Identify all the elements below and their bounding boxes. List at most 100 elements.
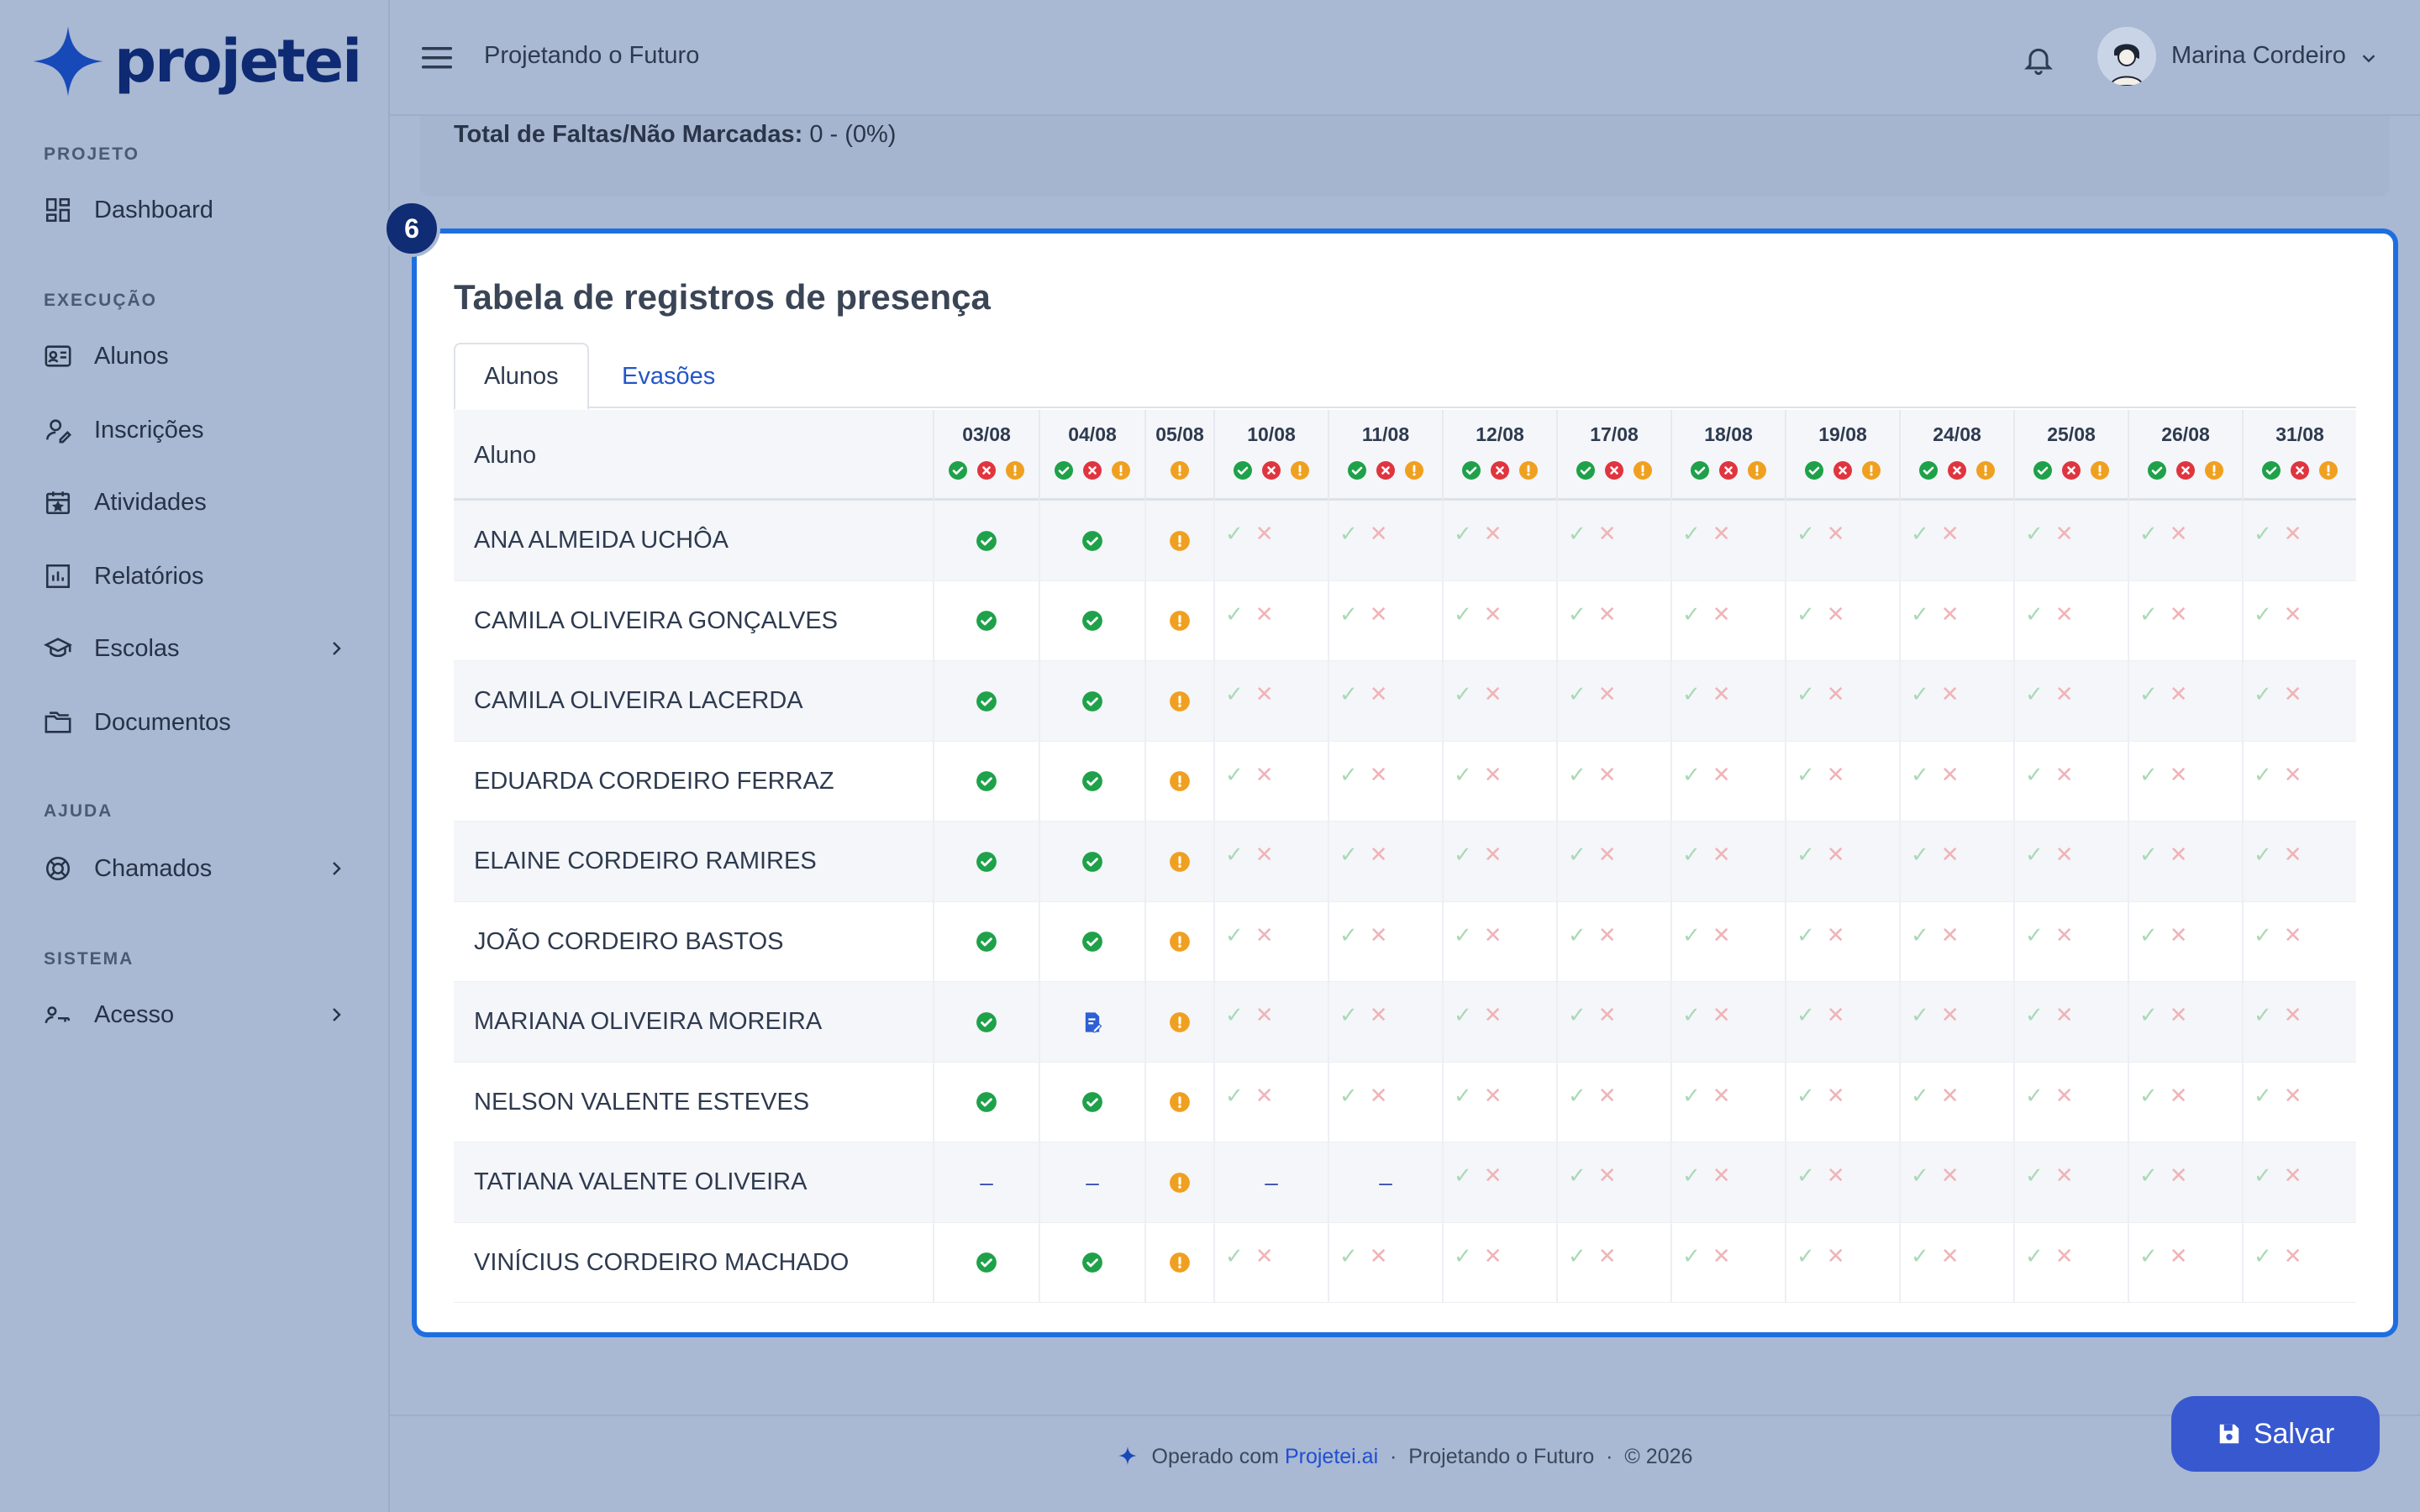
mark-absent-button[interactable]: ✕ bbox=[1484, 843, 1502, 865]
attendance-cell[interactable]: ✓ ✕ bbox=[2242, 1062, 2356, 1142]
mark-absent-button[interactable]: ✕ bbox=[2055, 1004, 2074, 1026]
alert-circle-icon[interactable] bbox=[1169, 530, 1191, 552]
mark-absent-button[interactable]: ✕ bbox=[1255, 924, 1274, 946]
attendance-cell[interactable]: ✓ ✕ bbox=[1213, 822, 1328, 901]
mark-present-button[interactable]: ✓ bbox=[1797, 603, 1815, 625]
attendance-cell[interactable]: ✓ ✕ bbox=[2242, 1142, 2356, 1222]
alert-circle-icon[interactable] bbox=[1169, 1091, 1191, 1113]
attendance-cell[interactable]: ✓ ✕ bbox=[1556, 1142, 1670, 1222]
bell-icon[interactable] bbox=[2022, 42, 2055, 77]
mark-present-button[interactable]: ✓ bbox=[2025, 764, 2044, 785]
mark-absent-button[interactable]: ✕ bbox=[1598, 843, 1617, 865]
mark-absent-button[interactable]: ✕ bbox=[1370, 764, 1388, 785]
attendance-cell[interactable]: ✓ ✕ bbox=[1213, 580, 1328, 661]
mark-absent-button[interactable]: ✕ bbox=[2055, 683, 2074, 705]
mark-absent-button[interactable]: ✕ bbox=[2055, 1164, 2074, 1186]
mark-absent-button[interactable]: ✕ bbox=[1712, 843, 1731, 865]
attendance-cell[interactable]: ✓ ✕ bbox=[1328, 580, 1442, 661]
mark-present-button[interactable]: ✓ bbox=[1568, 1084, 1586, 1106]
attendance-cell[interactable]: ✓ ✕ bbox=[1899, 580, 2013, 661]
mark-present-button[interactable]: ✓ bbox=[1911, 683, 1929, 705]
attendance-cell[interactable]: ✓ ✕ bbox=[1556, 1062, 1670, 1142]
mark-absent-button[interactable]: ✕ bbox=[2170, 924, 2188, 946]
mark-present-button[interactable]: ✓ bbox=[2139, 522, 2158, 544]
attendance-cell[interactable]: ✓ ✕ bbox=[2013, 982, 2128, 1062]
mark-present-button[interactable]: ✓ bbox=[1911, 1084, 1929, 1106]
attendance-cell[interactable]: ✓ ✕ bbox=[2013, 901, 2128, 982]
mark-present-button[interactable]: ✓ bbox=[1911, 1004, 1929, 1026]
alert-circle-icon[interactable] bbox=[1169, 931, 1191, 953]
mark-absent-button[interactable]: ✕ bbox=[1370, 1084, 1388, 1106]
mark-absent-button[interactable]: ✕ bbox=[2055, 764, 2074, 785]
attendance-cell[interactable] bbox=[1039, 901, 1144, 982]
attendance-cell[interactable]: ✓ ✕ bbox=[1213, 982, 1328, 1062]
x-circle-icon[interactable] bbox=[1376, 460, 1396, 480]
attendance-cell[interactable]: ✓ ✕ bbox=[2128, 1062, 2242, 1142]
mark-present-button[interactable]: ✓ bbox=[1225, 603, 1244, 625]
mark-absent-button[interactable]: ✕ bbox=[1255, 843, 1274, 865]
mark-absent-button[interactable]: ✕ bbox=[1598, 603, 1617, 625]
mark-absent-button[interactable]: ✕ bbox=[1484, 603, 1502, 625]
mark-absent-button[interactable]: ✕ bbox=[1827, 1245, 1845, 1267]
user-name[interactable]: Marina Cordeiro bbox=[2171, 42, 2346, 70]
mark-absent-button[interactable]: ✕ bbox=[1712, 924, 1731, 946]
attendance-cell[interactable]: ✓ ✕ bbox=[1785, 901, 1899, 982]
alert-circle-icon[interactable] bbox=[1169, 1011, 1191, 1033]
attendance-cell[interactable]: ✓ ✕ bbox=[1442, 741, 1556, 822]
mark-absent-button[interactable]: ✕ bbox=[1484, 1245, 1502, 1267]
mark-present-button[interactable]: ✓ bbox=[1682, 1004, 1701, 1026]
mark-absent-button[interactable]: ✕ bbox=[2284, 843, 2302, 865]
x-circle-icon[interactable] bbox=[1604, 460, 1624, 480]
attendance-cell[interactable]: ✓ ✕ bbox=[2013, 1142, 2128, 1222]
check-circle-icon[interactable] bbox=[1081, 530, 1103, 552]
alert-circle-icon[interactable] bbox=[1169, 1252, 1191, 1273]
attendance-cell[interactable]: ✓ ✕ bbox=[1328, 661, 1442, 741]
mark-absent-button[interactable]: ✕ bbox=[2170, 522, 2188, 544]
mark-present-button[interactable]: ✓ bbox=[1911, 1164, 1929, 1186]
attendance-cell[interactable]: ✓ ✕ bbox=[1328, 1222, 1442, 1303]
mark-present-button[interactable]: ✓ bbox=[1797, 924, 1815, 946]
attendance-cell[interactable]: – bbox=[1213, 1142, 1328, 1222]
mark-present-button[interactable]: ✓ bbox=[1682, 683, 1701, 705]
x-circle-icon[interactable] bbox=[1261, 460, 1281, 480]
mark-absent-button[interactable]: ✕ bbox=[2055, 603, 2074, 625]
attendance-cell[interactable]: ✓ ✕ bbox=[2242, 580, 2356, 661]
check-circle-icon[interactable] bbox=[1081, 1252, 1103, 1273]
attendance-cell[interactable]: ✓ ✕ bbox=[2128, 822, 2242, 901]
mark-present-button[interactable]: ✓ bbox=[1454, 924, 1472, 946]
mark-absent-button[interactable]: ✕ bbox=[1370, 924, 1388, 946]
attendance-cell[interactable]: ✓ ✕ bbox=[1213, 661, 1328, 741]
attendance-cell[interactable]: ✓ ✕ bbox=[2242, 982, 2356, 1062]
alert-circle-icon[interactable] bbox=[1861, 460, 1881, 480]
mark-absent-button[interactable]: ✕ bbox=[1941, 603, 1960, 625]
mark-present-button[interactable]: ✓ bbox=[2139, 1245, 2158, 1267]
check-circle-icon[interactable] bbox=[976, 770, 997, 792]
x-circle-icon[interactable] bbox=[2175, 460, 2196, 480]
mark-present-button[interactable]: ✓ bbox=[2139, 1164, 2158, 1186]
x-circle-icon[interactable] bbox=[1833, 460, 1853, 480]
attendance-cell[interactable]: ✓ ✕ bbox=[1213, 741, 1328, 822]
mark-absent-button[interactable]: ✕ bbox=[1827, 683, 1845, 705]
attendance-cell[interactable] bbox=[933, 580, 1039, 661]
chevron-down-icon[interactable] bbox=[2360, 49, 2378, 67]
mark-present-button[interactable]: ✓ bbox=[1454, 1164, 1472, 1186]
attendance-cell[interactable] bbox=[1039, 1222, 1144, 1303]
mark-absent-button[interactable]: ✕ bbox=[2284, 924, 2302, 946]
mark-absent-button[interactable]: ✕ bbox=[1827, 603, 1845, 625]
mark-present-button[interactable]: ✓ bbox=[2025, 1084, 2044, 1106]
mark-present-button[interactable]: ✓ bbox=[1568, 1164, 1586, 1186]
mark-absent-button[interactable]: ✕ bbox=[2284, 1245, 2302, 1267]
attendance-cell[interactable]: ✓ ✕ bbox=[1670, 580, 1785, 661]
mark-absent-button[interactable]: ✕ bbox=[2284, 1164, 2302, 1186]
alert-circle-icon[interactable] bbox=[1169, 1172, 1191, 1194]
mark-present-button[interactable]: ✓ bbox=[1339, 1084, 1358, 1106]
mark-absent-button[interactable]: ✕ bbox=[1484, 522, 1502, 544]
attendance-cell[interactable]: ✓ ✕ bbox=[2242, 901, 2356, 982]
mark-present-button[interactable]: ✓ bbox=[1682, 1245, 1701, 1267]
check-circle-icon[interactable] bbox=[976, 690, 997, 712]
attendance-cell[interactable] bbox=[1144, 580, 1213, 661]
attendance-cell[interactable]: ✓ ✕ bbox=[2242, 822, 2356, 901]
mark-present-button[interactable]: ✓ bbox=[1225, 1004, 1244, 1026]
attendance-cell[interactable]: ✓ ✕ bbox=[1442, 982, 1556, 1062]
attendance-cell[interactable]: ✓ ✕ bbox=[2013, 1222, 2128, 1303]
